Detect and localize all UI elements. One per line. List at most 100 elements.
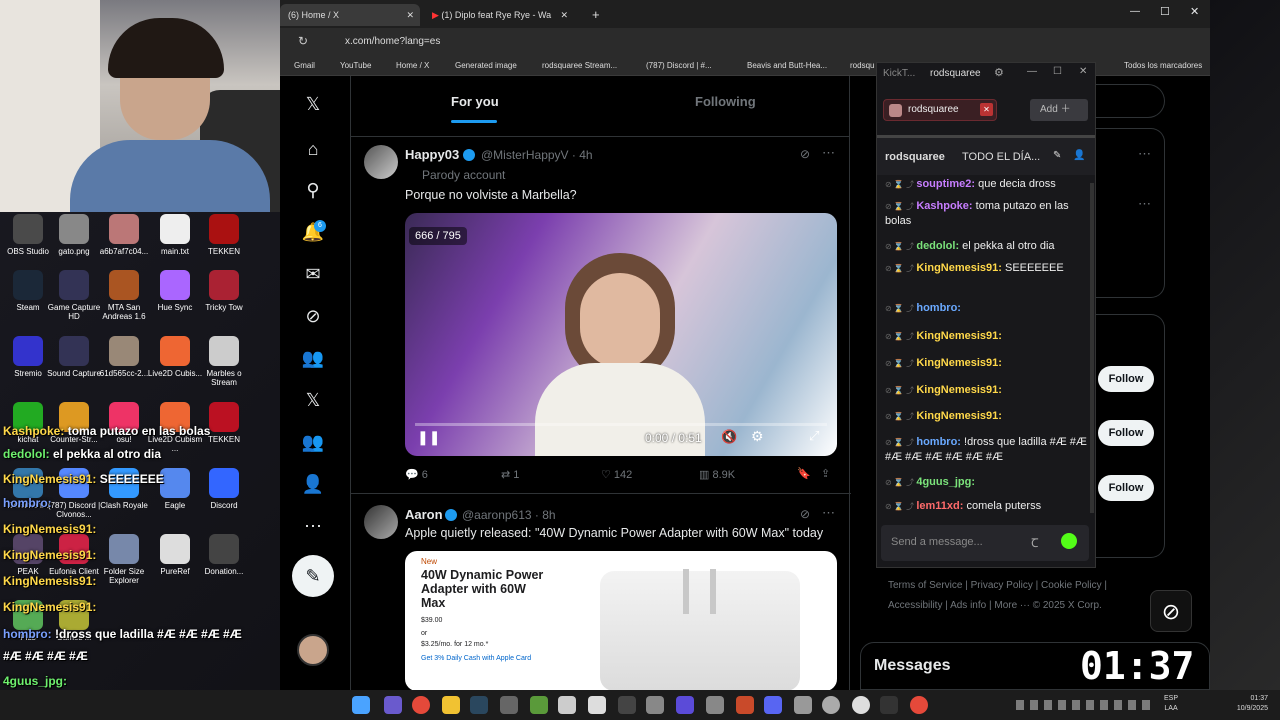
- url-field[interactable]: x.com/home?lang=es: [320, 32, 840, 52]
- kick-chat-message[interactable]: ⊘ ⌛ ⤴ dedolol: el pekka al otro dia: [885, 239, 1090, 254]
- pause-icon[interactable]: ❚❚: [417, 429, 440, 446]
- mod-actions-icon[interactable]: ⊘ ⌛ ⤴: [885, 332, 916, 341]
- follow-button[interactable]: Follow: [1098, 475, 1154, 501]
- kick-chat-message[interactable]: ⊘ ⌛ ⤴ KingNemesis91:: [885, 329, 1090, 344]
- communities-icon[interactable]: 👥: [301, 346, 325, 370]
- steam-icon[interactable]: [470, 696, 488, 714]
- chat-username[interactable]: lem11xd:: [916, 500, 963, 512]
- link-card[interactable]: New 40W Dynamic Power Adapter with 60W M…: [405, 551, 837, 691]
- close-tab-icon[interactable]: ✕: [406, 4, 414, 26]
- follow-button[interactable]: Follow: [1098, 420, 1154, 446]
- messages-icon[interactable]: ✉: [301, 262, 325, 286]
- tab-x-home[interactable]: (6) Home / X ✕: [280, 4, 420, 26]
- mod-actions-icon[interactable]: ⊘ ⌛ ⤴: [885, 412, 916, 421]
- settings-icon[interactable]: ⚙: [751, 428, 764, 445]
- kick-chat-message[interactable]: ⊘ ⌛ ⤴ KingNemesis91:: [885, 356, 1090, 371]
- mod-actions-icon[interactable]: ⊘ ⌛ ⤴: [885, 502, 916, 511]
- more-options-icon[interactable]: ⋯: [822, 505, 835, 521]
- remove-channel-icon[interactable]: ✕: [980, 103, 993, 116]
- footer-link[interactable]: More ···: [994, 600, 1030, 611]
- send-icon[interactable]: [1061, 533, 1077, 549]
- tweet-video[interactable]: 666 / 795 ❚❚ 0:00 / 0:51 🔇 ⚙ ⤢: [405, 213, 837, 456]
- kick-chat-message[interactable]: ⊘ ⌛ ⤴ KingNemesis91:: [885, 409, 1090, 424]
- chat-username[interactable]: souptime2:: [916, 178, 975, 190]
- bookmark-youtube[interactable]: YouTube: [340, 59, 371, 73]
- chat-username[interactable]: 4guus_jpg:: [916, 476, 975, 488]
- tab-youtube[interactable]: ▶ (1) Diplo feat Rye Rye - Wa ✕: [424, 4, 574, 26]
- x-logo[interactable]: 𝕏: [301, 92, 325, 116]
- tweet-aaron[interactable]: Aaron @aaronp613 · 8h ⊘ ⋯ Apple quietly …: [351, 495, 851, 695]
- reply-button[interactable]: 💬 6: [405, 468, 428, 481]
- tweet-happy03[interactable]: Happy03 @MisterHappyV · 4h Parody accoun…: [351, 137, 851, 494]
- more-options-icon[interactable]: ⋯: [1138, 196, 1151, 212]
- clock[interactable]: 01:37 10/9/2025: [1226, 694, 1268, 714]
- grok-icon[interactable]: ⊘: [800, 147, 810, 161]
- verified-orgs-icon[interactable]: 👥: [301, 430, 325, 454]
- avatar[interactable]: [364, 145, 398, 179]
- mod-actions-icon[interactable]: ⊘ ⌛ ⤴: [885, 202, 916, 211]
- mod-actions-icon[interactable]: ⊘ ⌛ ⤴: [885, 386, 916, 395]
- bookmark-rodsqu[interactable]: rodsqu: [850, 59, 874, 73]
- desktop-icon[interactable]: TEKKEN: [194, 214, 254, 256]
- pin-icon[interactable]: ✎: [1053, 150, 1061, 161]
- add-channel-button[interactable]: Add ＋: [1030, 99, 1088, 121]
- bookmark-x-home[interactable]: Home / X: [396, 59, 429, 73]
- bookmark-discord[interactable]: (787) Discord | #...: [646, 59, 712, 73]
- user-icon[interactable]: 👤: [1073, 150, 1085, 161]
- kick-chat-message[interactable]: ⊘ ⌛ ⤴ lem11xd: comela puterss: [885, 499, 1090, 514]
- chat-username[interactable]: hombro:: [916, 436, 961, 448]
- retweet-button[interactable]: ⇄ 1: [501, 468, 519, 481]
- tray-icons[interactable]: [1016, 700, 1156, 710]
- terminal-icon[interactable]: [880, 696, 898, 714]
- follow-button[interactable]: Follow: [1098, 366, 1154, 392]
- taskbar-app[interactable]: [500, 696, 518, 714]
- chat-input[interactable]: Send a message... Ꞇ: [881, 525, 1089, 561]
- mod-actions-icon[interactable]: ⊘ ⌛ ⤴: [885, 180, 916, 189]
- taskbar-app[interactable]: [618, 696, 636, 714]
- profile-icon[interactable]: 👤: [301, 472, 325, 496]
- discord-icon[interactable]: [764, 696, 782, 714]
- desktop-icon[interactable]: Discord: [194, 468, 254, 510]
- kick-chat-message[interactable]: ⊘ ⌛ ⤴ KingNemesis91: SEEEEEEE: [885, 261, 1090, 276]
- file-explorer-icon[interactable]: [442, 696, 460, 714]
- more-options-icon[interactable]: ⋯: [822, 145, 835, 161]
- taskbar-app[interactable]: [646, 696, 664, 714]
- desktop-icon[interactable]: Marbles o Stream: [194, 336, 254, 387]
- kick-chat-message[interactable]: ⊘ ⌛ ⤴ hombro: !dross que ladilla #Æ #Æ #…: [885, 435, 1090, 465]
- all-bookmarks[interactable]: Todos los marcadores: [1124, 59, 1202, 73]
- emote-icon[interactable]: Ꞇ: [1031, 534, 1039, 551]
- bookmark-gmail[interactable]: Gmail: [294, 59, 315, 73]
- taskbar-app[interactable]: [736, 696, 754, 714]
- footer-link[interactable]: Terms of Service: [888, 580, 962, 591]
- bookmark-rodsquaree[interactable]: rodsquaree Stream...: [542, 59, 617, 73]
- chat-username[interactable]: KingNemesis91:: [916, 410, 1002, 422]
- more-options-icon[interactable]: ⋯: [1138, 146, 1151, 162]
- more-icon[interactable]: ⋯: [301, 514, 325, 538]
- tweet-handle[interactable]: @aaronp613 · 8h: [462, 508, 556, 522]
- new-tab-button[interactable]: +: [584, 4, 604, 26]
- close-tab-icon[interactable]: ✕: [560, 4, 568, 26]
- taskbar-app[interactable]: [706, 696, 724, 714]
- avatar[interactable]: [364, 505, 398, 539]
- grok-icon[interactable]: ⊘: [800, 507, 810, 521]
- mod-actions-icon[interactable]: ⊘ ⌛ ⤴: [885, 264, 916, 273]
- footer-link[interactable]: Ads info: [950, 600, 986, 611]
- channel-chip[interactable]: rodsquaree ✕: [883, 99, 997, 121]
- mod-actions-icon[interactable]: ⊘ ⌛ ⤴: [885, 478, 916, 487]
- chat-scrollbar[interactable]: [1090, 183, 1094, 513]
- chat-username[interactable]: KingNemesis91:: [916, 357, 1002, 369]
- tab-for-you[interactable]: For you: [451, 94, 499, 109]
- share-button[interactable]: ⇪: [821, 467, 830, 480]
- minimize-button[interactable]: —: [1027, 66, 1037, 77]
- video-progress-bar[interactable]: [415, 423, 827, 426]
- compose-post-button[interactable]: ✎: [292, 555, 334, 597]
- desktop-icon[interactable]: Tricky Tow: [194, 270, 254, 312]
- taskbar-app[interactable]: [676, 696, 694, 714]
- footer-link[interactable]: Privacy Policy: [971, 580, 1033, 591]
- chat-username[interactable]: dedolol:: [916, 240, 959, 252]
- minimize-button[interactable]: —: [1130, 6, 1140, 17]
- bookmark-beavis[interactable]: Beavis and Butt-Hea...: [747, 59, 827, 73]
- footer-link[interactable]: Accessibility: [888, 600, 942, 611]
- chrome-icon[interactable]: [412, 696, 430, 714]
- taskbar-app[interactable]: [558, 696, 576, 714]
